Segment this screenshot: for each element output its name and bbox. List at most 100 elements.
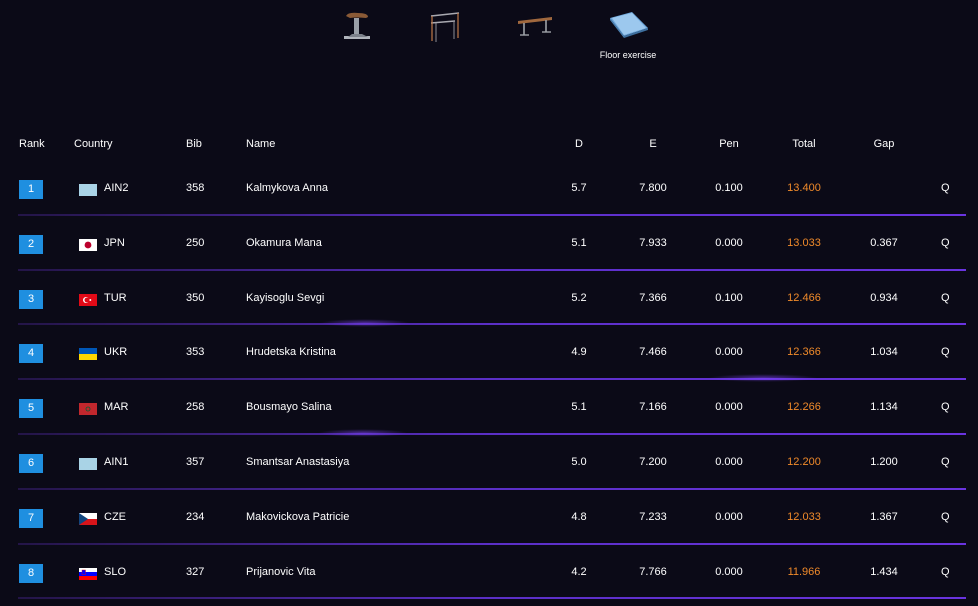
country-code: SLO <box>104 565 127 578</box>
decorative-glow <box>318 429 408 437</box>
gap-to-leader: 1.134 <box>870 401 898 414</box>
e-score: 7.466 <box>639 346 667 359</box>
table-row[interactable]: 8 SLO 327 Prijanovic Vita 4.2 7.766 0.000 11.96… <box>0 545 978 600</box>
gap-to-leader: 0.934 <box>870 291 898 304</box>
e-score: 7.766 <box>639 565 667 578</box>
header-country: Country <box>74 138 113 150</box>
e-score: 7.166 <box>639 401 667 414</box>
jpn-flag-icon <box>79 238 97 251</box>
total-score: 12.200 <box>787 455 821 468</box>
rank-badge: 4 <box>19 344 43 364</box>
beam-icon <box>518 17 552 36</box>
vault-icon <box>344 12 370 39</box>
bib-number: 358 <box>186 182 205 194</box>
header-name: Name <box>246 138 276 150</box>
e-score: 7.366 <box>639 291 667 304</box>
e-score: 7.933 <box>639 236 667 249</box>
floor-exercise-label: Floor exercise <box>599 50 657 60</box>
apparatus-uneven-bars[interactable] <box>410 8 480 70</box>
rank-badge: 3 <box>19 289 43 309</box>
table-row[interactable]: 7 CZE 234 Makovickova Patricie 4.8 7.233 0.000… <box>0 490 978 545</box>
d-score: 4.2 <box>571 565 587 578</box>
bib-number: 327 <box>186 565 205 578</box>
penalty: 0.000 <box>715 510 743 523</box>
athlete-name[interactable]: Bousmayo Salina <box>246 401 332 413</box>
total-score: 12.466 <box>787 291 821 304</box>
tur-flag-icon <box>79 293 97 306</box>
decorative-glow <box>708 374 818 382</box>
results-page: Floor exercise Rank Country Bib Name D E… <box>0 0 978 606</box>
bib-number: 353 <box>186 346 205 359</box>
table-row[interactable]: 5 MAR 258 Bousmayo Salina 5.1 7.166 0.000 12.26… <box>0 380 978 435</box>
qualification-status: Q <box>941 182 950 194</box>
slo-flag-icon <box>79 567 97 580</box>
header-penalty: Pen <box>719 138 739 150</box>
table-row[interactable]: 3 TUR 350 Kayisoglu Sevgi 5.2 7.366 0.100 12.46… <box>0 271 978 326</box>
country-code: CZE <box>104 510 126 523</box>
d-score: 5.7 <box>571 182 587 194</box>
gap-to-leader: 1.034 <box>870 346 898 359</box>
total-score: 12.033 <box>787 510 821 523</box>
apparatus-vault[interactable] <box>323 8 393 70</box>
d-score: 4.8 <box>571 510 587 523</box>
athlete-name[interactable]: Hrudetska Kristina <box>246 346 336 358</box>
table-row[interactable]: 1 AIN2 358 Kalmykova Anna 5.7 7.800 0.100 13.40… <box>0 161 978 216</box>
header-total: Total <box>792 138 816 150</box>
ukr-flag-icon <box>79 348 97 361</box>
bib-number: 250 <box>186 236 205 249</box>
d-score: 5.0 <box>571 455 587 468</box>
apparatus-floor-exercise[interactable]: Floor exercise <box>593 8 663 70</box>
athlete-name[interactable]: Kayisoglu Sevgi <box>246 292 324 304</box>
total-score: 13.400 <box>787 182 821 194</box>
header-d-score: D <box>575 138 583 150</box>
table-row[interactable]: 2 JPN 250 Okamura Mana 5.1 7.933 0.000 13.033 0.… <box>0 216 978 271</box>
qualification-status: Q <box>941 401 950 414</box>
penalty: 0.000 <box>715 346 743 359</box>
table-row[interactable]: 6 AIN1 357 Smantsar Anastasiya 5.0 7.200 0.000… <box>0 435 978 490</box>
total-score: 11.966 <box>787 565 821 578</box>
apparatus-selector: Floor exercise <box>318 8 678 78</box>
gap-to-leader: 1.367 <box>870 510 898 523</box>
d-score: 5.1 <box>571 401 587 414</box>
athlete-name[interactable]: Smantsar Anastasiya <box>246 456 349 468</box>
country-code: AIN1 <box>104 455 129 468</box>
athlete-name[interactable]: Kalmykova Anna <box>246 182 328 194</box>
d-score: 5.1 <box>571 236 587 249</box>
gap-to-leader: 1.200 <box>870 455 898 468</box>
bib-number: 350 <box>186 291 205 304</box>
total-score: 12.366 <box>787 346 821 359</box>
athlete-name[interactable]: Makovickova Patricie <box>246 511 349 523</box>
d-score: 4.9 <box>571 346 587 359</box>
penalty: 0.100 <box>715 291 743 304</box>
country-code: TUR <box>104 291 127 304</box>
total-score: 13.033 <box>787 236 821 249</box>
rank-badge: 8 <box>19 563 43 583</box>
athlete-name[interactable]: Okamura Mana <box>246 237 322 249</box>
qualification-status: Q <box>941 565 950 578</box>
qualification-status: Q <box>941 346 950 359</box>
bib-number: 258 <box>186 401 205 414</box>
ain-flag-icon <box>79 184 97 196</box>
penalty: 0.100 <box>715 182 743 194</box>
d-score: 5.2 <box>571 291 587 304</box>
table-row[interactable]: 4 UKR 353 Hrudetska Kristina 4.9 7.466 0.000 12… <box>0 325 978 381</box>
athlete-name[interactable]: Prijanovic Vita <box>246 566 316 578</box>
results-table: 1 AIN2 358 Kalmykova Anna 5.7 7.800 0.100 13.40… <box>0 161 978 600</box>
bib-number: 234 <box>186 510 205 523</box>
decorative-glow <box>320 319 410 327</box>
penalty: 0.000 <box>715 401 743 414</box>
header-bib: Bib <box>186 138 202 150</box>
country-code: MAR <box>104 401 129 414</box>
mar-flag-icon <box>79 403 97 416</box>
bib-number: 357 <box>186 455 205 468</box>
e-score: 7.200 <box>639 455 667 468</box>
e-score: 7.233 <box>639 510 667 523</box>
header-e-score: E <box>649 138 657 150</box>
country-code: JPN <box>104 236 125 249</box>
apparatus-balance-beam[interactable] <box>500 8 570 70</box>
floor-icon <box>610 12 648 38</box>
penalty: 0.000 <box>715 455 743 468</box>
bars-icon <box>430 12 460 42</box>
country-code: AIN2 <box>104 182 129 194</box>
rank-badge: 1 <box>19 180 43 199</box>
